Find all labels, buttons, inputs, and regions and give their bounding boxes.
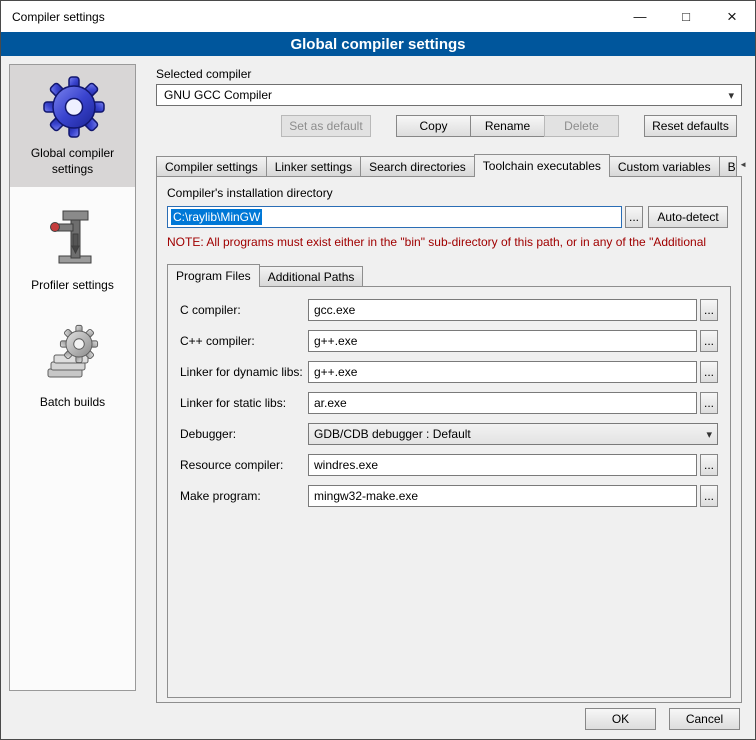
main-panel: Selected compiler GNU GCC Compiler ▾ Set…	[156, 67, 742, 703]
close-button[interactable]: ×	[709, 1, 755, 32]
make-program-input[interactable]: mingw32-make.exe	[308, 485, 697, 507]
sidebar-item-batch-builds[interactable]: Batch builds	[10, 314, 135, 421]
browse-button[interactable]: ...	[700, 330, 718, 352]
selected-compiler-label: Selected compiler	[156, 67, 742, 81]
window-controls: — □ ×	[617, 1, 755, 32]
field-row-make-program: Make program: mingw32-make.exe ...	[180, 485, 718, 507]
field-label: Debugger:	[180, 427, 308, 441]
field-row-resource-compiler: Resource compiler: windres.exe ...	[180, 454, 718, 476]
chevron-down-icon: ▾	[706, 428, 712, 441]
install-dir-input[interactable]: C:\raylib\MinGW	[167, 206, 622, 228]
note-text: NOTE: All programs must exist either in …	[167, 235, 731, 249]
chevron-down-icon: ▾	[728, 89, 734, 102]
field-row-dynamic-linker: Linker for dynamic libs: g++.exe ...	[180, 361, 718, 383]
static-linker-input[interactable]: ar.exe	[308, 392, 697, 414]
tab-additional-paths[interactable]: Additional Paths	[259, 266, 364, 286]
reset-defaults-button[interactable]: Reset defaults	[644, 115, 737, 137]
cancel-button[interactable]: Cancel	[669, 708, 740, 730]
sidebar-item-label: Batch builds	[40, 395, 105, 411]
cpp-compiler-input[interactable]: g++.exe	[308, 330, 697, 352]
field-row-c-compiler: C compiler: gcc.exe ...	[180, 299, 718, 321]
compiler-combobox-value: GNU GCC Compiler	[164, 88, 272, 102]
set-as-default-button[interactable]: Set as default	[281, 115, 371, 137]
tab-custom-variables[interactable]: Custom variables	[609, 156, 720, 176]
debugger-select[interactable]: GDB/CDB debugger : Default ▾	[308, 423, 718, 445]
sidebar-item-label: Profiler settings	[31, 278, 114, 294]
batch-builds-icon	[41, 323, 105, 387]
field-label: C compiler:	[180, 303, 308, 317]
browse-button[interactable]: ...	[700, 361, 718, 383]
field-label: C++ compiler:	[180, 334, 308, 348]
toolchain-executables-panel: Compiler's installation directory C:\ray…	[156, 176, 742, 703]
ok-button[interactable]: OK	[585, 708, 656, 730]
close-icon: ×	[727, 7, 737, 27]
program-files-panel: C compiler: gcc.exe ... C++ compiler: g+…	[167, 286, 731, 698]
title-bar: Compiler settings — □ ×	[1, 1, 755, 32]
field-label: Linker for dynamic libs:	[180, 365, 308, 379]
sidebar: Global compiler settings Profiler settin…	[9, 64, 136, 691]
compiler-combobox[interactable]: GNU GCC Compiler ▾	[156, 84, 742, 106]
browse-button[interactable]: ...	[700, 299, 718, 321]
field-label: Resource compiler:	[180, 458, 308, 472]
resource-compiler-input[interactable]: windres.exe	[308, 454, 697, 476]
window-title: Compiler settings	[1, 10, 105, 24]
maximize-button[interactable]: □	[663, 1, 709, 32]
header-banner: Global compiler settings	[1, 32, 755, 56]
rename-button[interactable]: Rename	[470, 115, 545, 137]
browse-button[interactable]: ...	[700, 454, 718, 476]
tab-compiler-settings[interactable]: Compiler settings	[156, 156, 267, 176]
page-title: Global compiler settings	[290, 36, 465, 53]
field-row-debugger: Debugger: GDB/CDB debugger : Default ▾	[180, 423, 718, 445]
sidebar-item-label: Global compiler settings	[14, 146, 131, 177]
compiler-settings-dialog: Compiler settings — □ × Global compiler …	[0, 0, 756, 740]
copy-button[interactable]: Copy	[396, 115, 471, 137]
field-row-static-linker: Linker for static libs: ar.exe ...	[180, 392, 718, 414]
minimize-icon: —	[634, 9, 647, 24]
compiler-actions: Set as default Copy Rename Delete Reset …	[156, 115, 742, 137]
install-dir-value: C:\raylib\MinGW	[171, 209, 262, 225]
tab-linker-settings[interactable]: Linker settings	[266, 156, 361, 176]
tab-program-files[interactable]: Program Files	[167, 264, 260, 287]
toolchain-inner-tab-strip: Program Files Additional Paths	[167, 263, 731, 286]
profiler-icon	[41, 206, 105, 270]
field-label: Linker for static libs:	[180, 396, 308, 410]
browse-button[interactable]: ...	[625, 206, 643, 228]
tab-scroll-right-button[interactable]: ►	[751, 156, 756, 174]
sidebar-item-global-compiler-settings[interactable]: Global compiler settings	[10, 65, 135, 187]
install-dir-row: C:\raylib\MinGW ... Auto-detect	[167, 206, 731, 228]
auto-detect-button[interactable]: Auto-detect	[648, 206, 728, 228]
tab-scrollers: ◄ ►	[736, 156, 756, 174]
sidebar-item-profiler-settings[interactable]: Profiler settings	[10, 197, 135, 304]
tab-search-directories[interactable]: Search directories	[360, 156, 475, 176]
minimize-button[interactable]: —	[617, 1, 663, 32]
tab-toolchain-executables[interactable]: Toolchain executables	[474, 154, 610, 177]
install-dir-group-label: Compiler's installation directory	[167, 186, 731, 200]
tab-build-options[interactable]: Buil	[719, 156, 737, 176]
browse-button[interactable]: ...	[700, 392, 718, 414]
gear-icon	[41, 74, 105, 138]
dynamic-linker-input[interactable]: g++.exe	[308, 361, 697, 383]
scroll-left-icon: ◄	[739, 160, 747, 169]
tab-scroll-left-button[interactable]: ◄	[736, 156, 751, 174]
c-compiler-input[interactable]: gcc.exe	[308, 299, 697, 321]
settings-tab-strip: Compiler settings Linker settings Search…	[156, 153, 742, 176]
maximize-icon: □	[682, 9, 690, 24]
dialog-footer: OK Cancel	[585, 708, 740, 730]
browse-button[interactable]: ...	[700, 485, 718, 507]
delete-button[interactable]: Delete	[544, 115, 619, 137]
field-label: Make program:	[180, 489, 308, 503]
field-row-cpp-compiler: C++ compiler: g++.exe ...	[180, 330, 718, 352]
